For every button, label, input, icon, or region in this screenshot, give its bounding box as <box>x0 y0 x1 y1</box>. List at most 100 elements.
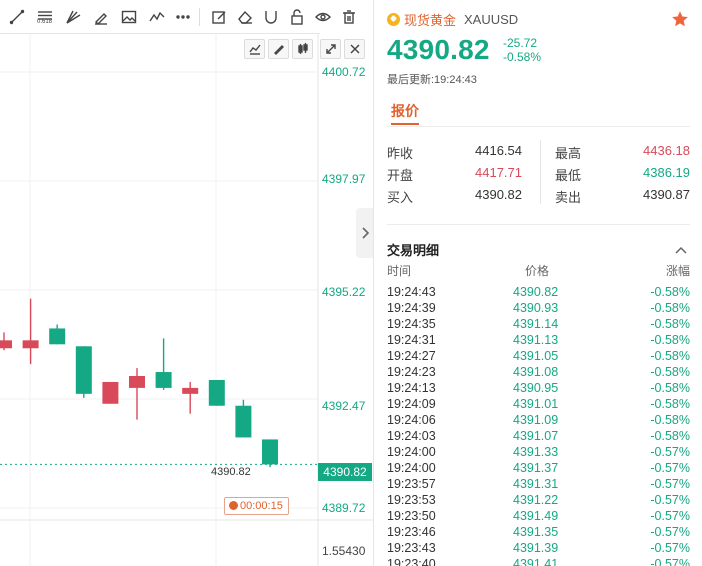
trade-change: -0.58% <box>650 413 690 427</box>
price-scale-label: 4400.72 <box>322 65 366 79</box>
candle-body <box>182 387 199 394</box>
toolbar-separator <box>199 8 200 26</box>
trade-row: 19:24:06 4391.09 -0.58% <box>375 413 702 429</box>
trade-change: -0.58% <box>650 333 690 347</box>
draw-button[interactable] <box>268 39 289 59</box>
trade-change: -0.58% <box>650 429 690 443</box>
chevron-up-icon[interactable] <box>674 242 688 254</box>
trade-row: 19:23:50 4391.49 -0.57% <box>375 509 702 525</box>
trade-change: -0.58% <box>650 365 690 379</box>
fib-retracement-icon[interactable]: 0.618 <box>36 8 54 26</box>
price-scale-label: 4395.22 <box>322 285 366 299</box>
trade-price: 4391.31 <box>513 477 559 491</box>
trade-time: 19:24:27 <box>387 349 436 363</box>
column-header-change: 涨幅 <box>666 264 691 278</box>
volume-value: 1.55430 <box>322 544 366 558</box>
trade-price: 4391.07 <box>513 429 559 443</box>
candle-body <box>75 346 92 394</box>
candle <box>155 338 172 390</box>
trade-row: 19:24:39 4390.93 -0.58% <box>375 301 702 317</box>
candle <box>75 346 92 398</box>
candle-countdown: 00:00:15 <box>224 497 289 515</box>
candle-body <box>0 340 12 349</box>
fullscreen-icon[interactable] <box>320 39 341 59</box>
more-icon[interactable] <box>174 8 192 26</box>
candlestick-chart[interactable] <box>0 0 374 566</box>
trade-price: 4391.37 <box>513 461 559 475</box>
chart-panel[interactable]: 0.618 4400.72 4397.97 4395.22 4392.47 43… <box>0 0 374 566</box>
eraser-icon[interactable] <box>236 8 254 26</box>
trades-title: 交易明细 <box>387 243 440 258</box>
close-icon[interactable] <box>344 39 365 59</box>
line-tool-icon[interactable] <box>8 8 26 26</box>
lock-icon[interactable] <box>288 8 306 26</box>
trade-change: -0.57% <box>650 461 690 475</box>
trade-row: 19:23:57 4391.31 -0.57% <box>375 477 702 493</box>
trade-price: 4391.14 <box>513 317 559 331</box>
divider <box>387 126 690 127</box>
candle <box>22 298 39 365</box>
favorite-star-icon[interactable] <box>671 10 689 28</box>
trade-price: 4391.05 <box>513 349 559 363</box>
trade-change: -0.57% <box>650 477 690 491</box>
countdown-text: 00:00:15 <box>240 500 283 512</box>
instrument-name[interactable]: 现货黄金 <box>404 10 456 29</box>
trade-time: 19:24:35 <box>387 317 436 331</box>
trade-row: 19:24:13 4390.95 -0.58% <box>375 381 702 397</box>
tab-quote[interactable]: 报价 <box>391 101 419 121</box>
trade-price: 4390.82 <box>513 285 559 299</box>
current-price: 4390.82 <box>387 34 490 65</box>
trade-time: 19:23:57 <box>387 477 436 491</box>
trade-time: 19:23:50 <box>387 509 436 523</box>
magnet-icon[interactable] <box>262 8 280 26</box>
stat-label: 卖出 <box>555 190 582 205</box>
fib-label: 0.618 <box>37 19 53 25</box>
trade-change: -0.58% <box>650 301 690 315</box>
trade-time: 19:24:43 <box>387 285 436 299</box>
candle <box>49 324 66 345</box>
trade-price: 4391.39 <box>513 541 559 555</box>
candle <box>129 368 145 420</box>
stat-high: 4436.18 <box>643 143 690 158</box>
trade-time: 19:24:23 <box>387 365 436 379</box>
trash-icon[interactable] <box>340 8 358 26</box>
trade-time: 19:23:53 <box>387 493 436 507</box>
divider <box>387 224 690 225</box>
stat-open: 4417.71 <box>475 165 522 180</box>
candle-body <box>155 372 172 388</box>
chart-settings-button[interactable] <box>244 39 265 59</box>
candle-body <box>22 340 39 349</box>
stats-separator <box>540 140 541 204</box>
price-scale-label: 4392.47 <box>322 399 366 413</box>
trades-list[interactable]: 19:24:43 4390.82 -0.58% 19:24:39 4390.93 -0.5… <box>375 285 702 566</box>
trade-price: 4391.41 <box>513 557 559 566</box>
trade-change: -0.58% <box>650 285 690 299</box>
panel-collapse-button[interactable] <box>356 208 373 258</box>
indicator-button[interactable] <box>292 39 313 59</box>
trade-row: 19:24:43 4390.82 -0.58% <box>375 285 702 301</box>
trade-price: 4391.08 <box>513 365 559 379</box>
price-scale-label: 4389.72 <box>322 501 366 515</box>
price-change: -25.72 <box>503 36 538 50</box>
pattern-icon[interactable] <box>148 8 166 26</box>
trade-price: 4391.33 <box>513 445 559 459</box>
current-price-tag: 4390.82 <box>318 463 372 481</box>
candle-body <box>49 328 66 345</box>
brush-icon[interactable] <box>92 8 110 26</box>
trade-row: 19:23:53 4391.22 -0.57% <box>375 493 702 509</box>
note-icon[interactable] <box>210 8 228 26</box>
trade-time: 19:24:09 <box>387 397 436 411</box>
image-icon[interactable] <box>120 8 138 26</box>
eye-icon[interactable] <box>314 8 332 26</box>
clock-icon <box>229 501 238 510</box>
trade-price: 4391.49 <box>513 509 559 523</box>
trade-time: 19:24:00 <box>387 445 436 459</box>
pitchfork-icon[interactable] <box>64 8 82 26</box>
candle <box>182 381 199 414</box>
trade-change: -0.58% <box>650 349 690 363</box>
toolbar-divider <box>0 33 320 34</box>
trade-time: 19:24:13 <box>387 381 436 395</box>
stat-ask: 4390.87 <box>643 187 690 202</box>
instrument-title: 现货黄金 XAUUSD <box>387 10 518 29</box>
trade-row: 19:23:46 4391.35 -0.57% <box>375 525 702 541</box>
